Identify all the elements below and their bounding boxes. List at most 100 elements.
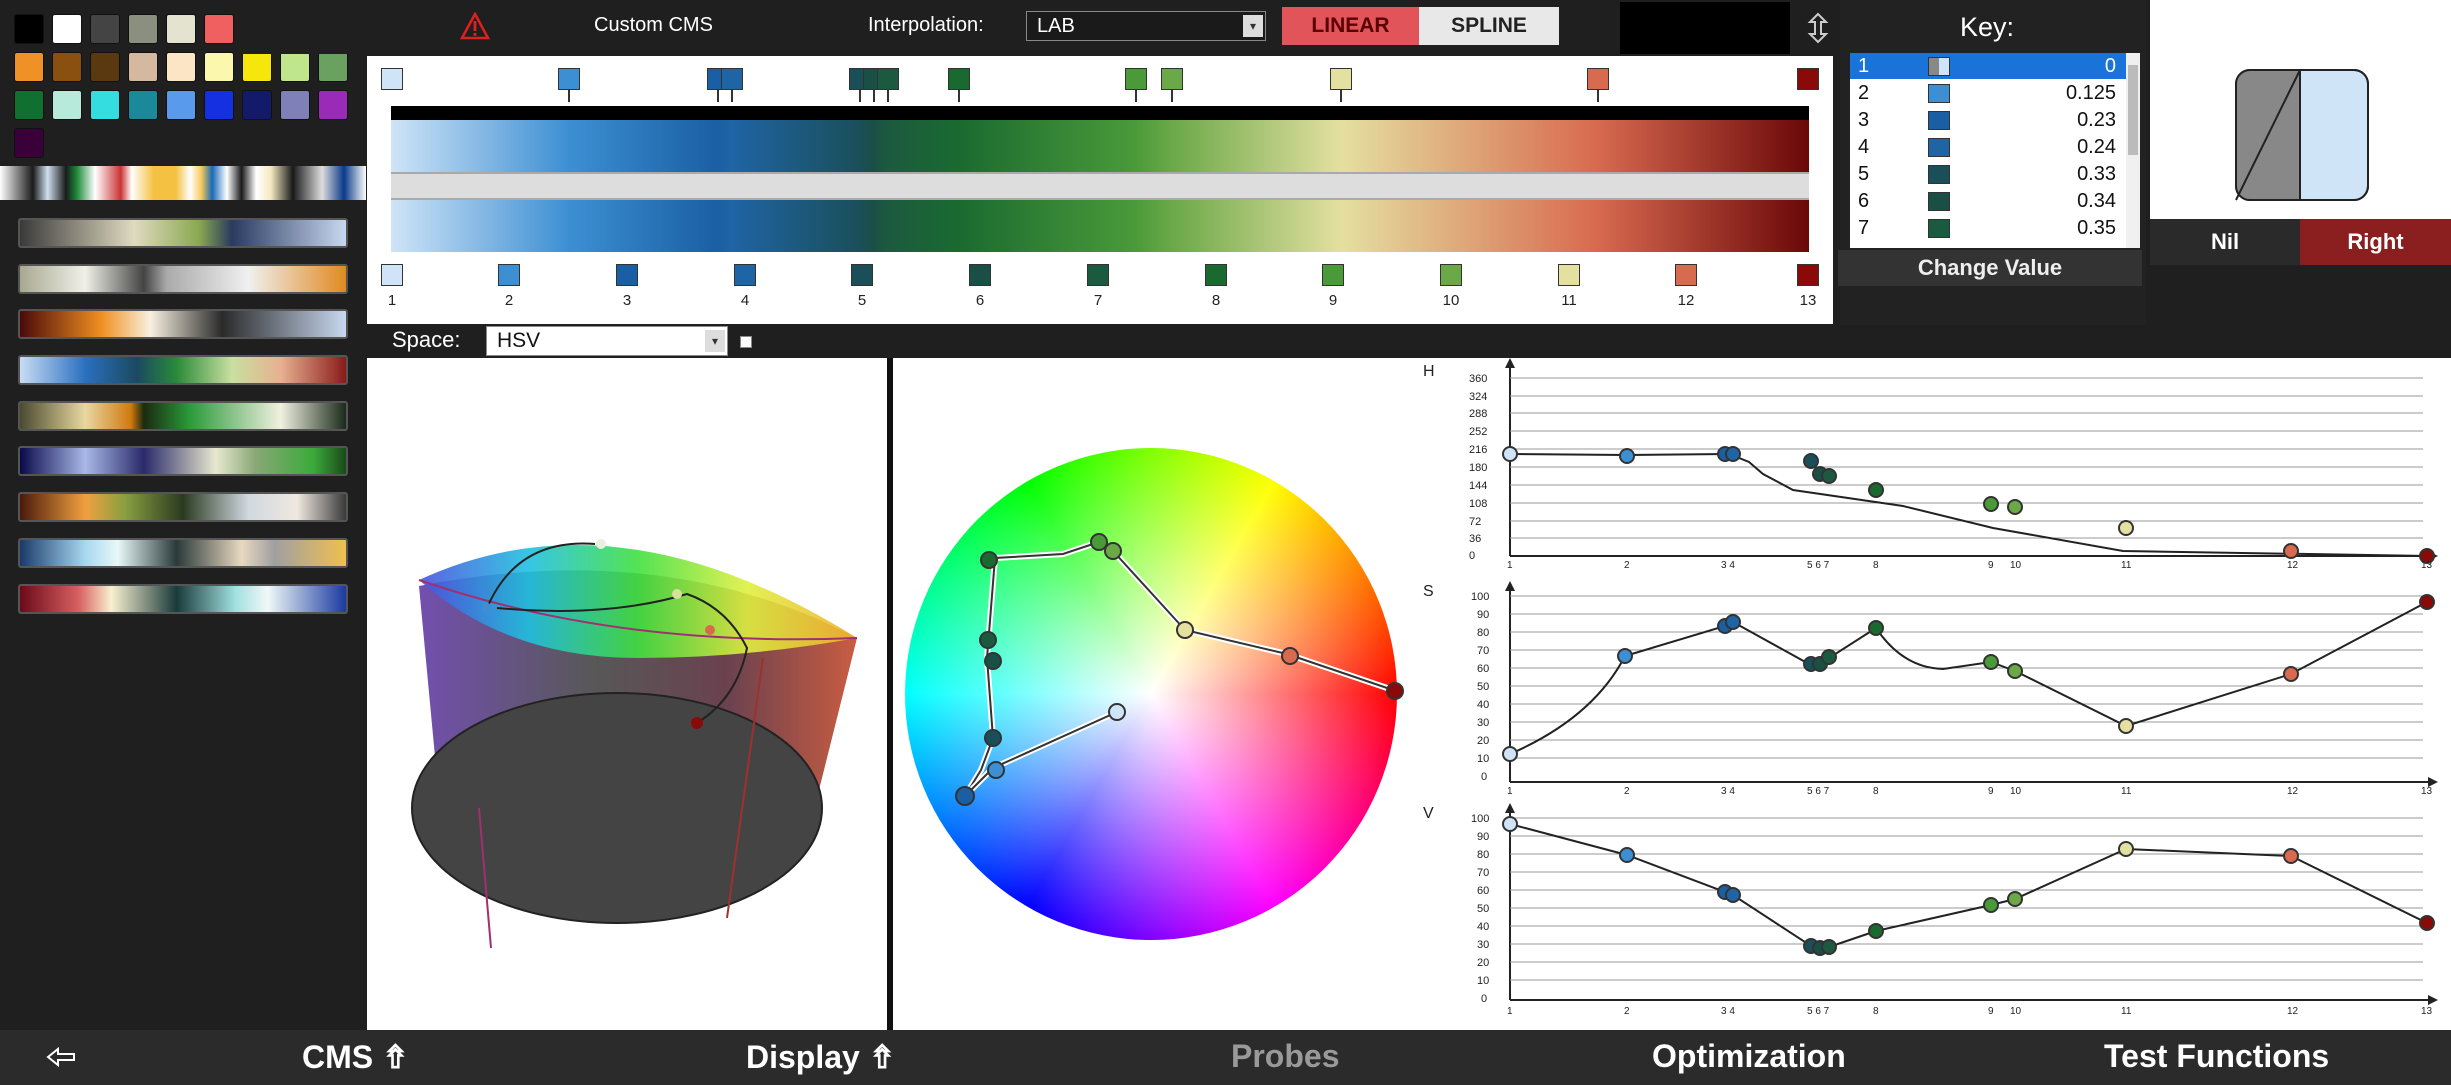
gradient-preview-bottom[interactable]	[391, 200, 1809, 252]
swatch-gray[interactable]	[128, 14, 158, 44]
palette-row-8[interactable]	[18, 538, 348, 568]
swatch-cream[interactable]	[166, 52, 196, 82]
swatch-sage[interactable]	[318, 52, 348, 82]
space-select[interactable]: HSV ▾	[486, 326, 728, 356]
key-swatch	[1928, 111, 1950, 130]
top-marker-10[interactable]	[1161, 68, 1183, 90]
swatch-light-yellow[interactable]	[204, 52, 234, 82]
bottom-marker-7[interactable]	[1087, 264, 1109, 286]
swatch-light-red[interactable]	[204, 14, 234, 44]
swatch-light-green[interactable]	[280, 52, 310, 82]
swatch-teal[interactable]	[128, 90, 158, 120]
key-row[interactable]: 5 0.33	[1850, 161, 2126, 187]
swatch-lavender[interactable]	[280, 90, 310, 120]
tab-cms[interactable]: CMS ⇮	[302, 1038, 409, 1076]
h-plot[interactable]: H 360 324 288 252 216 180 144 108 72 36 …	[1423, 358, 2438, 564]
swatch-blue[interactable]	[204, 90, 234, 120]
swatch-cyan[interactable]	[90, 90, 120, 120]
tab-probes[interactable]: Probes	[1231, 1038, 1339, 1075]
interpolation-select[interactable]: LAB ▾	[1026, 11, 1266, 41]
bottom-marker-4[interactable]	[734, 264, 756, 286]
swatch-dark-gray[interactable]	[90, 14, 120, 44]
gradient-preview-top[interactable]	[391, 120, 1809, 172]
bottom-marker-5[interactable]	[851, 264, 873, 286]
top-marker-4[interactable]	[721, 68, 743, 90]
key-row[interactable]: 3 0.23	[1850, 107, 2126, 133]
linear-button[interactable]: LINEAR	[1282, 7, 1419, 45]
palette-row-3[interactable]	[18, 309, 348, 339]
key-list[interactable]: 1 0 2 0.125 3 0.23 4 0.24 5 0.33 6 0.34 …	[1850, 53, 2126, 248]
palette-row-5[interactable]	[18, 401, 348, 431]
swatch-white[interactable]	[52, 14, 82, 44]
palette-row-2[interactable]	[18, 264, 348, 294]
swatch-beige[interactable]	[166, 14, 196, 44]
key-list-scrollbar[interactable]	[2126, 53, 2140, 248]
colormap-editor[interactable]: 1 2 3 4 5 6 7 8 9 10 11 12 13	[367, 56, 1833, 324]
tab-test-functions[interactable]: Test Functions	[2104, 1038, 2329, 1075]
top-marker-12[interactable]	[1587, 68, 1609, 90]
palette-row-9[interactable]	[18, 584, 348, 614]
preset-gradient-strip[interactable]	[0, 166, 366, 200]
key-row[interactable]: 6 0.34	[1850, 188, 2126, 214]
top-marker-2[interactable]	[558, 68, 580, 90]
swatch-dark-purple[interactable]	[14, 128, 44, 158]
palette-row-4[interactable]	[18, 355, 348, 385]
top-marker-9[interactable]	[1125, 68, 1147, 90]
right-button[interactable]: Right	[2300, 219, 2451, 265]
top-marker-11[interactable]	[1330, 68, 1352, 90]
v-tick: 20	[1477, 957, 1489, 969]
bottom-marker-8[interactable]	[1205, 264, 1227, 286]
marker-track[interactable]	[391, 106, 1809, 120]
bottom-marker-11[interactable]	[1558, 264, 1580, 286]
stem	[1597, 90, 1599, 102]
bottom-marker-13[interactable]	[1797, 264, 1819, 286]
swatch-black[interactable]	[14, 14, 44, 44]
s-tick: 80	[1477, 627, 1489, 639]
chevron-down-icon: ▾	[705, 330, 725, 352]
palette-row-1[interactable]	[18, 218, 348, 248]
warning-triangle-icon[interactable]	[460, 12, 490, 40]
key-row-selected[interactable]: 1 0	[1850, 53, 2126, 79]
stem	[717, 90, 719, 102]
bottom-marker-2[interactable]	[498, 264, 520, 286]
bottom-marker-6[interactable]	[969, 264, 991, 286]
hsv-cylinder-view[interactable]	[367, 358, 887, 1030]
nil-button[interactable]: Nil	[2150, 219, 2300, 265]
swatch-mint[interactable]	[52, 90, 82, 120]
tab-display[interactable]: Display ⇮	[746, 1038, 896, 1076]
bottom-marker-9[interactable]	[1322, 264, 1344, 286]
bottom-marker-10[interactable]	[1440, 264, 1462, 286]
top-marker-8[interactable]	[948, 68, 970, 90]
s-plot[interactable]: S 100 90 80 70 60 50 40 30 20 10 0	[1423, 581, 2438, 787]
space-value: HSV	[497, 329, 541, 352]
key-row[interactable]: 7 0.35	[1850, 215, 2126, 241]
top-marker-7[interactable]	[877, 68, 899, 90]
swatch-dark-brown[interactable]	[90, 52, 120, 82]
tab-optimization[interactable]: Optimization	[1652, 1038, 1846, 1075]
swatch-purple[interactable]	[318, 90, 348, 120]
vertical-resize-icon[interactable]	[1806, 12, 1830, 44]
top-marker-1[interactable]	[381, 68, 403, 90]
palette-row-7[interactable]	[18, 492, 348, 522]
swatch-yellow[interactable]	[242, 52, 272, 82]
bottom-marker-3[interactable]	[616, 264, 638, 286]
swatch-brown[interactable]	[52, 52, 82, 82]
bottom-marker-12[interactable]	[1675, 264, 1697, 286]
change-value-button[interactable]: Change Value	[1838, 250, 2142, 286]
back-arrow-icon[interactable]	[46, 1046, 76, 1068]
swatch-green[interactable]	[14, 90, 44, 120]
bottom-marker-1[interactable]	[381, 264, 403, 286]
space-options-button[interactable]	[740, 336, 752, 348]
swatch-light-blue[interactable]	[166, 90, 196, 120]
top-marker-13[interactable]	[1797, 68, 1819, 90]
swatch-navy[interactable]	[242, 90, 272, 120]
key-row[interactable]: 2 0.125	[1850, 80, 2126, 106]
swatch-orange[interactable]	[14, 52, 44, 82]
palette-row-6[interactable]	[18, 446, 348, 476]
spline-button[interactable]: SPLINE	[1419, 7, 1559, 45]
key-row[interactable]: 4 0.24	[1850, 134, 2126, 160]
swatch-tan[interactable]	[128, 52, 158, 82]
h-tick: 324	[1469, 391, 1487, 403]
v-plot[interactable]: V 100 90 80 70 60 50 40 30 20 10 0	[1423, 803, 2438, 1005]
stem	[887, 90, 889, 102]
